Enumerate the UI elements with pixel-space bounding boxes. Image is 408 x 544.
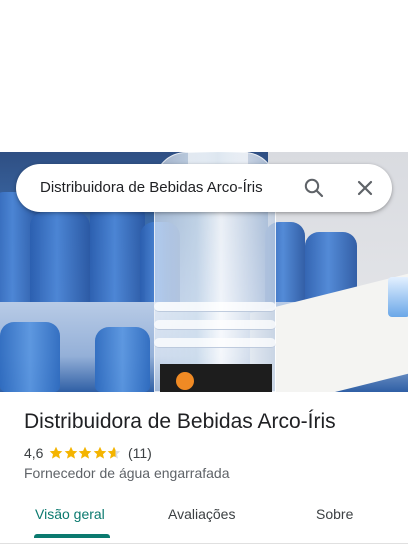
tab-reviews[interactable]: Avaliações — [168, 506, 235, 522]
place-tabs: Visão geral Avaliações Sobre — [0, 494, 408, 538]
photo-bottle-ridge — [154, 338, 276, 348]
photo-water-jug — [95, 327, 150, 392]
rating-value: 4,6 — [24, 445, 44, 461]
search-query-text[interactable]: Distribuidora de Bebidas Arco-Íris — [40, 179, 263, 196]
photo-water-jug — [0, 322, 60, 392]
photo-bottle-ridge — [154, 320, 276, 330]
star-icon — [108, 446, 121, 459]
rating-row[interactable]: 4,6 (11) — [24, 444, 152, 462]
active-tab-indicator — [34, 534, 110, 538]
photo-cup — [388, 277, 408, 317]
search-bar[interactable]: Distribuidora de Bebidas Arco-Íris — [16, 164, 392, 212]
star-icon — [64, 446, 78, 459]
star-rating — [49, 446, 122, 460]
blank-map-area — [0, 0, 408, 152]
photo-water-jug — [90, 202, 145, 312]
photo-water-jug — [30, 212, 90, 312]
place-category[interactable]: Fornecedor de água engarrafada — [24, 465, 229, 481]
tab-about[interactable]: Sobre — [316, 506, 353, 522]
star-icon — [93, 446, 107, 459]
place-title: Distribuidora de Bebidas Arco-Íris — [24, 410, 336, 433]
photo-bottle-ridge — [154, 302, 276, 312]
photo-bottle-badge — [176, 372, 194, 390]
star-icon — [79, 446, 92, 459]
tab-overview[interactable]: Visão geral — [35, 506, 105, 522]
star-icon — [50, 446, 63, 459]
search-icon[interactable] — [302, 176, 326, 200]
review-count[interactable]: (11) — [128, 445, 152, 461]
close-icon[interactable] — [353, 176, 377, 200]
